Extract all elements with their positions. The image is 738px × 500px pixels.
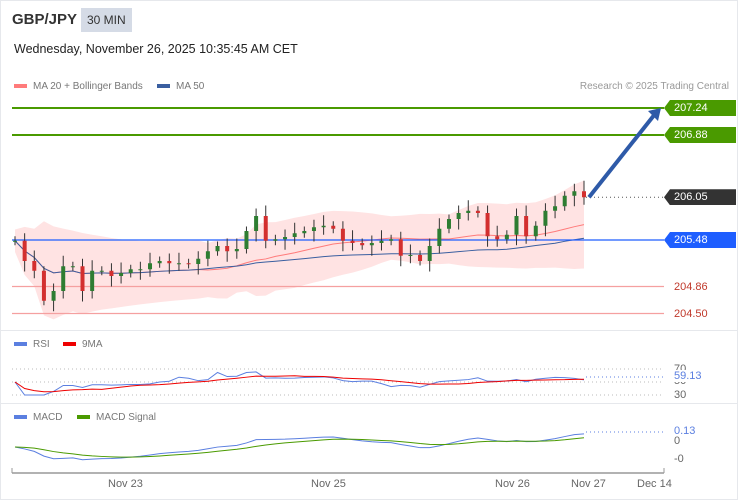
x-tick: Nov 26 — [495, 478, 530, 490]
candle-body — [70, 266, 75, 268]
candle-body — [389, 239, 394, 241]
price-tag-resistance: 207.24 — [664, 100, 736, 116]
price-tag-support: 204.50 — [674, 307, 708, 320]
forecast-arrow — [587, 112, 657, 199]
candle-body — [283, 237, 288, 240]
candle-body — [379, 240, 384, 243]
candle-body — [466, 210, 471, 213]
candle-body — [196, 258, 201, 264]
price-tag-pivot: 205.48 — [664, 232, 736, 248]
candle-body — [80, 266, 85, 291]
legend-macd: MACD — [14, 412, 62, 423]
candle-body — [331, 225, 336, 229]
candle-body — [41, 270, 46, 301]
candle-body — [109, 270, 114, 276]
candle-body — [350, 240, 355, 243]
x-tick: Nov 23 — [108, 478, 143, 490]
candle-body — [186, 263, 191, 265]
candle-body — [369, 243, 374, 246]
legend-macd-label: MACD — [33, 412, 63, 423]
legend-macd-signal: MACD Signal — [77, 412, 156, 423]
candle-body — [340, 228, 345, 241]
candle-body — [475, 210, 480, 213]
price-tag-support: 204.86 — [674, 280, 708, 293]
candle-body — [562, 195, 567, 207]
candle-body — [292, 233, 297, 237]
candle-body — [311, 227, 316, 231]
candle-body — [90, 270, 95, 291]
candle-body — [244, 231, 249, 249]
candle-body — [234, 249, 239, 252]
candle-body — [514, 216, 519, 235]
candle-body — [504, 234, 509, 240]
candle-body — [427, 246, 432, 261]
candle-body — [418, 255, 423, 261]
candle-body — [456, 213, 461, 219]
candle-body — [148, 263, 153, 270]
legend-9ma: 9MA — [63, 339, 103, 350]
candle-body — [543, 210, 548, 226]
candle-body — [398, 239, 403, 256]
candle-body — [176, 263, 181, 265]
candle-body — [51, 291, 56, 301]
candle-body — [553, 206, 558, 211]
macd-value: 0.13 — [674, 425, 696, 437]
candle-body — [119, 273, 124, 276]
candle-body — [167, 261, 172, 264]
candle-body — [99, 270, 104, 272]
legend-rsi-label: RSI — [33, 339, 50, 350]
price-chart — [11, 107, 665, 474]
x-tick: Nov 25 — [311, 478, 346, 490]
price-tag-last: 206.05 — [664, 189, 736, 206]
rsi-value: 59.13 — [674, 370, 702, 382]
rsi-line — [14, 371, 585, 396]
chart-widget: GBP/JPY 30 MIN Wednesday, November 26, 2… — [0, 0, 738, 500]
candle-body — [273, 239, 278, 241]
legend-macd-signal-label: MACD Signal — [96, 412, 157, 423]
candle-body — [61, 266, 66, 291]
candle-body — [446, 219, 451, 229]
candle-body — [533, 225, 538, 237]
candle-body — [437, 228, 442, 246]
price-tag-resistance: 206.88 — [664, 127, 736, 143]
candle-body — [302, 231, 307, 234]
candle-body — [582, 191, 586, 198]
candle-body — [263, 216, 268, 241]
candle-body — [225, 246, 230, 252]
candle-body — [32, 261, 37, 271]
legend-9ma-label: 9MA — [82, 339, 103, 350]
candle-body — [22, 240, 27, 261]
candle-body — [572, 191, 577, 196]
legend-rsi: RSI — [14, 339, 50, 350]
macd-tick-neg0: -0 — [674, 453, 684, 465]
candle-body — [13, 240, 17, 242]
candle-body — [495, 236, 500, 240]
x-tick: Dec 14 — [637, 478, 672, 490]
candle-body — [205, 251, 210, 259]
candle-body — [254, 216, 259, 231]
candle-body — [408, 255, 413, 256]
candle-body — [485, 213, 490, 237]
candle-body — [321, 225, 326, 228]
candle-body — [360, 243, 365, 246]
candle-body — [524, 216, 529, 237]
candle-body — [128, 269, 133, 273]
rsi-tick-30: 30 — [674, 389, 687, 401]
candle-body — [215, 246, 220, 252]
candle-body — [157, 261, 162, 264]
x-tick: Nov 27 — [571, 478, 606, 490]
candle-body — [138, 269, 143, 271]
